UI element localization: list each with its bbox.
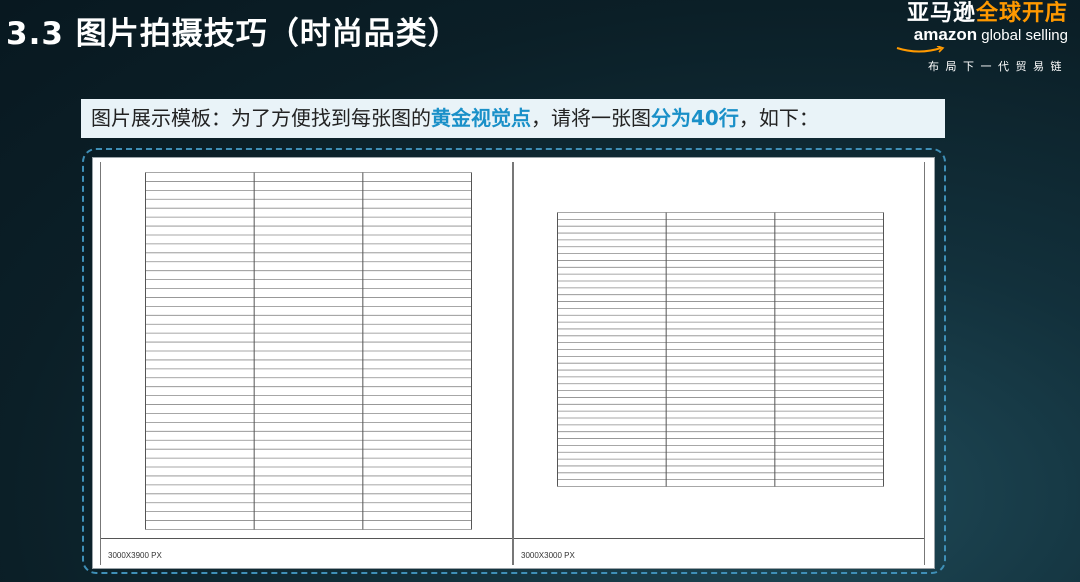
instruction-banner: 图片展示模板：为了方便找到每张图的黄金视觉点，请将一张图分为40行，如下： — [81, 99, 945, 138]
slide-title: 3.3 图片拍摄技巧（时尚品类） — [6, 16, 460, 52]
amazon-smile-arrow-icon — [896, 46, 945, 53]
brand-tagline: 布局下一代贸易链 — [928, 60, 1068, 73]
template-3000x3900: 3000X3900 PX — [100, 162, 513, 565]
grid-template-3000x3000 — [557, 212, 884, 487]
forty-rows-highlight: 分为40行 — [651, 106, 739, 130]
amazon-global-selling-logo: 亚马逊全球开店 amazon global selling 布局下一代贸易链 — [893, 1, 1068, 73]
golden-visual-point-highlight: 黄金视觉点 — [431, 106, 531, 130]
template-panel: 3000X3900 PX 3000X3000 PX — [92, 157, 935, 569]
grid-template-3000x3900 — [145, 172, 472, 530]
brand-english-name: amazon global selling — [913, 25, 1068, 45]
divider — [101, 538, 512, 539]
divider — [514, 538, 924, 539]
brand-chinese-name: 亚马逊全球开店 — [906, 1, 1068, 26]
template-size-caption: 3000X3900 PX — [108, 551, 162, 560]
template-size-caption: 3000X3000 PX — [521, 551, 575, 560]
template-3000x3000: 3000X3000 PX — [513, 162, 925, 565]
